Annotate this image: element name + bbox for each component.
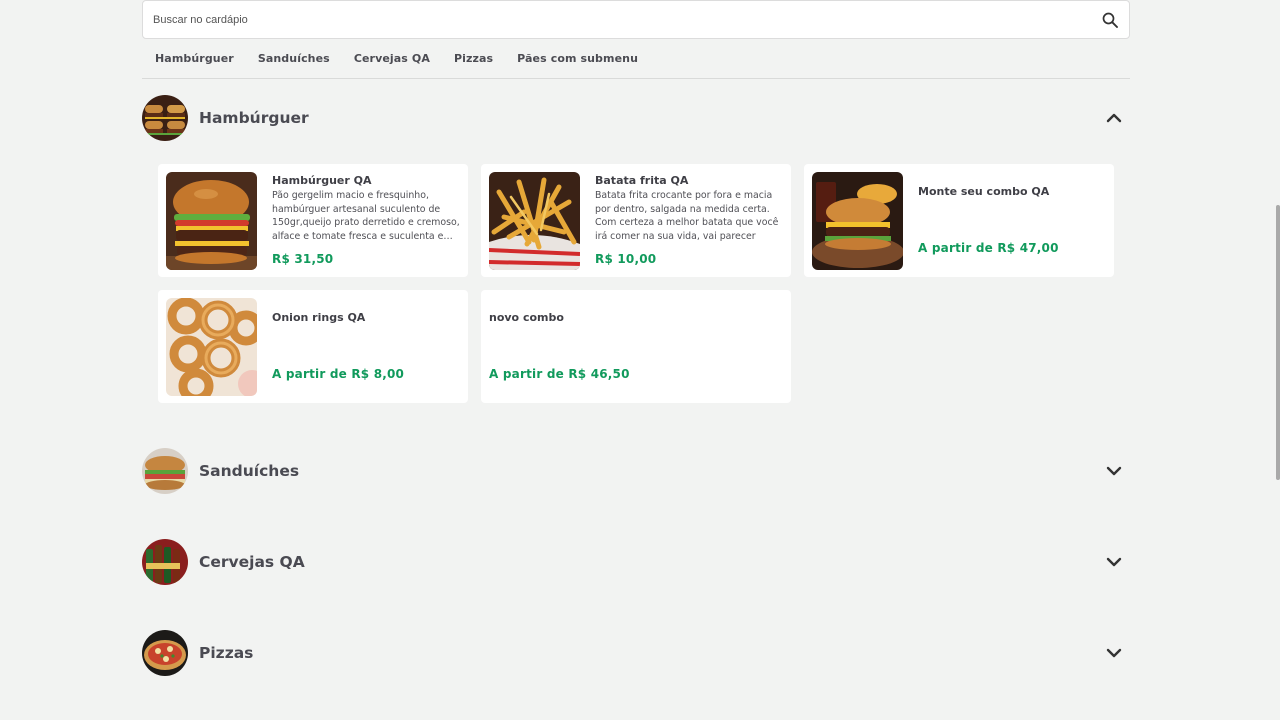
product-name: Onion rings QA [272,311,366,324]
product-name: novo combo [489,311,564,324]
nav-item-pizzas[interactable]: Pizzas [454,52,493,65]
section-title: Hambúrguer [199,109,309,127]
search-icon[interactable] [1101,11,1119,29]
section-header-sanduiches[interactable]: Sanduíches [142,448,1130,494]
chevron-down-icon[interactable] [1104,643,1124,663]
section-header-hamburguer[interactable]: Hambúrguer [142,95,1130,141]
product-price: A partir de R$ 47,00 [918,241,1059,255]
product-image-fries [489,172,580,270]
nav-item-hamburguer[interactable]: Hambúrguer [155,52,234,65]
page-scrollbar[interactable] [1276,205,1280,480]
product-card[interactable]: Batata frita QA Batata frita crocante po… [481,164,791,277]
category-nav: Hambúrguer Sanduíches Cervejas QA Pizzas… [142,39,1130,79]
product-description: Pão gergelim macio e fresquinho, hambúrg… [272,190,460,242]
product-card[interactable]: novo combo A partir de R$ 46,50 [481,290,791,403]
section-header-pizzas[interactable]: Pizzas [142,630,1130,676]
section-title: Sanduíches [199,462,300,480]
product-name: Batata frita QA [595,174,689,187]
category-image-cervejas [142,539,188,585]
section-header-cervejas[interactable]: Cervejas QA [142,539,1130,585]
category-image-hamburguer [142,95,188,141]
product-image-onion-rings [166,298,257,396]
product-image-hamburguer [166,172,257,270]
chevron-down-icon[interactable] [1104,552,1124,572]
search-input[interactable] [153,13,1101,26]
chevron-up-icon[interactable] [1104,108,1124,128]
product-price: R$ 31,50 [272,252,334,266]
product-price: A partir de R$ 46,50 [489,367,630,381]
product-card[interactable]: Onion rings QA A partir de R$ 8,00 [158,290,468,403]
product-name: Hambúrguer QA [272,174,372,187]
nav-item-paes[interactable]: Pães com submenu [517,52,638,65]
product-card[interactable]: Monte seu combo QA A partir de R$ 47,00 [804,164,1114,277]
category-image-pizzas [142,630,188,676]
nav-item-cervejas[interactable]: Cervejas QA [354,52,430,65]
product-description: Batata frita crocante por fora e macia p… [595,190,779,242]
category-image-sanduiches [142,448,188,494]
product-name: Monte seu combo QA [918,185,1050,198]
product-price: R$ 10,00 [595,252,657,266]
section-title: Pizzas [199,644,254,662]
nav-item-sanduiches[interactable]: Sanduíches [258,52,330,65]
product-price: A partir de R$ 8,00 [272,367,405,381]
product-card[interactable]: Hambúrguer QA Pão gergelim macio e fresq… [158,164,468,277]
product-image-combo [812,172,903,270]
search-bar [142,0,1130,39]
section-title: Cervejas QA [199,553,305,571]
chevron-down-icon[interactable] [1104,461,1124,481]
